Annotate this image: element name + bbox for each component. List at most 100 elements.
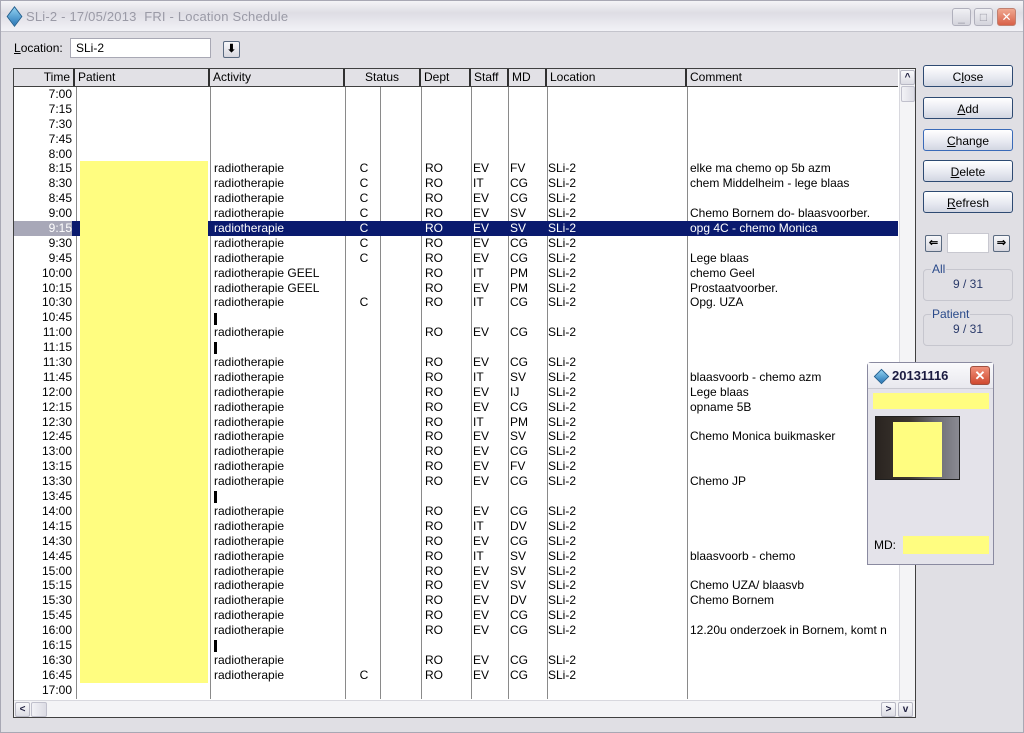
location-cell — [548, 147, 684, 162]
table-row[interactable]: 7:45 — [14, 132, 898, 147]
table-row[interactable]: 16:30 radiotherapie RO EV CG SLi-2 — [14, 652, 898, 668]
staff-cell: EV — [473, 444, 490, 459]
table-row[interactable]: 15:00 radiotherapie RO EV SV SLi-2 — [14, 563, 898, 579]
table-row[interactable]: 11:15 — [14, 340, 898, 356]
column-header-md[interactable]: MD — [509, 69, 547, 86]
time-cell: 13:45 — [41, 489, 72, 504]
table-row[interactable]: 16:45 radiotherapie C RO EV CG SLi-2 — [14, 667, 898, 683]
dept-cell — [425, 683, 475, 698]
staff-cell: IT — [473, 548, 484, 563]
vertical-scroll-thumb[interactable] — [901, 86, 915, 102]
horizontal-scroll-thumb[interactable] — [31, 702, 47, 717]
minimize-button[interactable]: _ — [952, 8, 971, 26]
table-row[interactable]: 11:45 radiotherapie RO IT SV SLi-2 blaasvoorb … — [14, 369, 898, 385]
previous-button[interactable]: ⇐ — [925, 235, 942, 252]
table-row[interactable]: 15:45 radiotherapie RO EV CG SLi-2 — [14, 608, 898, 624]
table-row[interactable]: 8:15 radiotherapie C RO EV FV SLi-2 elke ma che… — [14, 161, 898, 177]
close-window-button[interactable]: ✕ — [997, 8, 1016, 26]
table-row[interactable]: 8:00 — [14, 147, 898, 162]
table-row[interactable]: 13:45 — [14, 489, 898, 505]
delete-label-post: elete — [959, 165, 986, 179]
location-cell: SLi-2 — [548, 459, 577, 474]
table-row[interactable]: 17:00 — [14, 683, 898, 698]
staff-cell — [473, 87, 509, 102]
popup-close-button[interactable]: ✕ — [970, 366, 990, 385]
location-input[interactable] — [70, 38, 211, 58]
time-cell: 15:30 — [41, 593, 72, 608]
table-row[interactable]: 12:30 radiotherapie RO IT PM SLi-2 — [14, 414, 898, 430]
horizontal-scrollbar[interactable]: < > v — [14, 700, 915, 717]
delete-button[interactable]: Delete — [923, 160, 1013, 182]
table-row[interactable]: 9:30 radiotherapie C RO EV CG SLi-2 — [14, 235, 898, 251]
maximize-button[interactable]: □ — [974, 8, 993, 26]
scroll-left-button[interactable]: < — [15, 702, 30, 717]
record-number-input[interactable] — [947, 233, 989, 253]
table-row[interactable]: 12:00 radiotherapie RO EV IJ SLi-2 Lege blaas — [14, 384, 898, 400]
location-cell: SLi-2 — [548, 265, 577, 280]
popup-title-bar[interactable]: 20131116 ✕ — [868, 363, 993, 389]
location-cell: SLi-2 — [548, 444, 577, 459]
table-row[interactable]: 12:15 radiotherapie RO EV CG SLi-2 opname 5B — [14, 399, 898, 415]
table-row[interactable]: 13:15 radiotherapie RO EV FV SLi-2 — [14, 459, 898, 475]
patient-cell-redacted — [80, 608, 208, 624]
close-button[interactable]: Close — [923, 65, 1013, 87]
activity-cell: radiotherapie — [214, 578, 285, 593]
table-row[interactable]: 9:45 radiotherapie C RO EV CG SLi-2 Lege blaas — [14, 250, 898, 266]
comment-cell: 12.20u onderzoek in Bornem, komt n — [690, 623, 887, 638]
column-header-activity[interactable]: Activity — [210, 69, 345, 86]
scroll-up-button[interactable]: ^ — [900, 70, 915, 85]
table-row[interactable]: 13:30 radiotherapie RO EV CG SLi-2 Chemo JP — [14, 474, 898, 490]
change-button[interactable]: Change — [923, 129, 1013, 151]
chevron-left-icon: < — [19, 704, 26, 715]
dept-cell — [425, 310, 475, 325]
table-row[interactable]: 14:00 radiotherapie RO EV CG SLi-2 — [14, 503, 898, 519]
add-button[interactable]: Add — [923, 97, 1013, 119]
next-button[interactable]: ⇒ — [993, 235, 1010, 252]
table-row[interactable]: 10:45 — [14, 310, 898, 326]
table-row[interactable]: 8:30 radiotherapie C RO IT CG SLi-2 chem Middel… — [14, 176, 898, 192]
staff-cell: EV — [473, 191, 490, 206]
staff-cell — [473, 489, 509, 504]
table-row[interactable]: 9:15 radiotherapie C RO EV SV SLi-2 opg 4C - ch… — [14, 221, 898, 237]
staff-cell: IT — [473, 414, 484, 429]
column-header-location[interactable]: Location — [547, 69, 687, 86]
table-row[interactable]: 14:30 radiotherapie RO EV CG SLi-2 — [14, 533, 898, 549]
status-cell — [345, 147, 383, 162]
location-schedule-window: SLi-2 - 17/05/2013 FRI - Location Schedu… — [0, 0, 1024, 733]
table-row[interactable]: 8:45 radiotherapie C RO EV CG SLi-2 — [14, 191, 898, 207]
title-bar[interactable]: SLi-2 - 17/05/2013 FRI - Location Schedu… — [1, 1, 1023, 32]
location-cell: SLi-2 — [548, 325, 577, 340]
location-lookup-button[interactable]: ⬇ — [223, 41, 240, 58]
table-row[interactable]: 10:15 radiotherapie GEEL RO EV PM SLi-2 Prosta… — [14, 280, 898, 296]
time-cell: 10:15 — [41, 280, 72, 295]
table-row[interactable]: 9:00 radiotherapie C RO EV SV SLi-2 Chemo Borne… — [14, 206, 898, 222]
table-row[interactable]: 16:15 — [14, 637, 898, 653]
table-row[interactable]: 7:00 — [14, 87, 898, 102]
column-header-comment[interactable]: Comment — [687, 69, 898, 86]
scroll-down-button[interactable]: v — [898, 702, 913, 717]
table-row[interactable]: 16:00 radiotherapie RO EV CG SLi-2 12.20u onde… — [14, 623, 898, 639]
table-row[interactable]: 15:30 radiotherapie RO EV DV SLi-2 Chemo Borne… — [14, 593, 898, 609]
table-row[interactable]: 12:45 radiotherapie RO EV SV SLi-2 Chemo Monic… — [14, 429, 898, 445]
refresh-button[interactable]: Refresh — [923, 191, 1013, 213]
table-row[interactable]: 10:30 radiotherapie C RO IT CG SLi-2 Opg. UZA — [14, 295, 898, 311]
column-header-staff[interactable]: Staff — [471, 69, 509, 86]
column-header-patient[interactable]: Patient — [75, 69, 210, 86]
table-row[interactable]: 11:00 radiotherapie RO EV CG SLi-2 — [14, 325, 898, 341]
table-row[interactable]: 10:00 radiotherapie GEEL RO IT PM SLi-2 chemo … — [14, 265, 898, 281]
dept-cell: RO — [425, 325, 443, 340]
table-row[interactable]: 14:15 radiotherapie RO IT DV SLi-2 — [14, 518, 898, 534]
table-row[interactable]: 7:15 — [14, 102, 898, 117]
table-row[interactable]: 11:30 radiotherapie RO EV CG SLi-2 — [14, 355, 898, 371]
location-cell: SLi-2 — [548, 414, 577, 429]
column-header-dept[interactable]: Dept — [421, 69, 471, 86]
scroll-right-button[interactable]: > — [881, 702, 896, 717]
table-row[interactable]: 15:15 radiotherapie RO EV SV SLi-2 Chemo UZA/ … — [14, 578, 898, 594]
table-row[interactable]: 13:00 radiotherapie RO EV CG SLi-2 — [14, 444, 898, 460]
comment-cell — [690, 564, 898, 579]
comment-cell — [690, 147, 898, 162]
column-header-time[interactable]: Time — [14, 69, 75, 86]
column-header-status[interactable]: Status — [345, 69, 421, 86]
table-row[interactable]: 7:30 — [14, 117, 898, 132]
table-row[interactable]: 14:45 radiotherapie RO IT SV SLi-2 blaasvoorb … — [14, 548, 898, 564]
